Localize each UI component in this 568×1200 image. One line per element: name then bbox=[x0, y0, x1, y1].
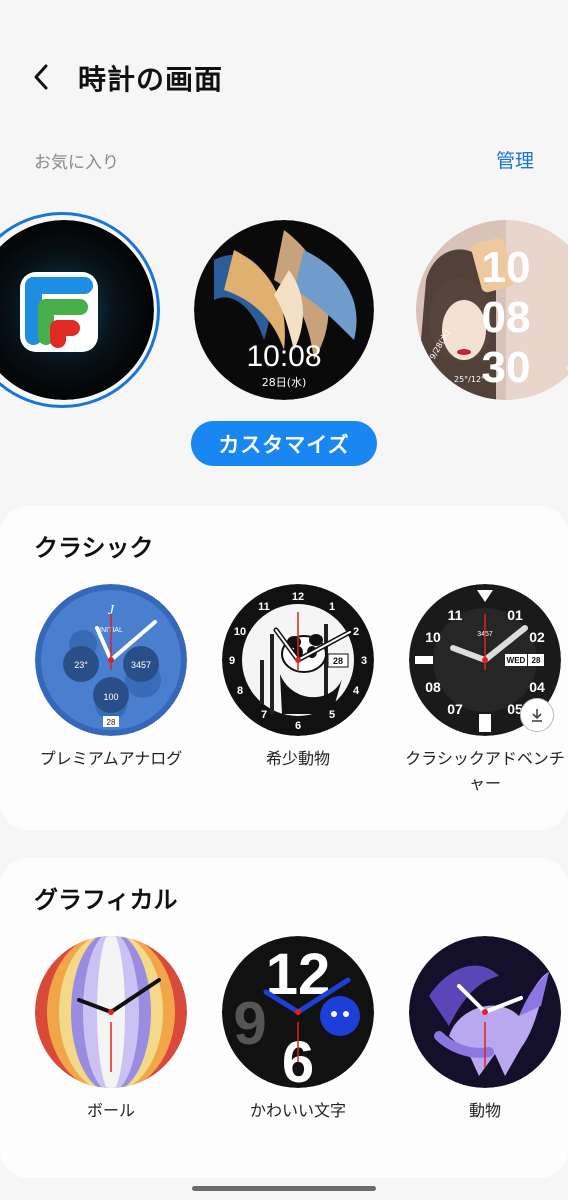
face-preview: J INITIAL 23° 3457 100 28 bbox=[35, 584, 187, 736]
download-button[interactable] bbox=[520, 698, 554, 732]
svg-text:10: 10 bbox=[234, 626, 246, 638]
facer-logo-icon bbox=[20, 272, 98, 352]
home-indicator[interactable] bbox=[192, 1186, 376, 1191]
graphical-title: グラフィカル bbox=[34, 886, 178, 914]
classic-title: クラシック bbox=[34, 534, 154, 562]
premium-date: 28 bbox=[107, 718, 116, 727]
animal-date: 28 bbox=[333, 656, 343, 666]
face-rare-animals[interactable]: 28 12 1 2 3 4 5 6 7 8 9 10 11 希少動物 bbox=[213, 584, 383, 771]
svg-text:9: 9 bbox=[229, 655, 235, 667]
face-label: ボール bbox=[86, 1101, 135, 1120]
fold-time: 10:08 bbox=[246, 340, 321, 373]
photo-seconds: 30 bbox=[482, 343, 531, 392]
svg-text:08: 08 bbox=[425, 679, 441, 695]
face-label: クラシックアドベンチャー bbox=[405, 749, 565, 793]
svg-text:12: 12 bbox=[292, 591, 304, 603]
face-preview bbox=[409, 936, 561, 1088]
cute-left-number: 9 bbox=[233, 990, 266, 1057]
fold-date: 28日(水) bbox=[262, 376, 307, 389]
face-classic-adventure[interactable]: 11 01 02 04 05 07 08 10 3457 WED 28 bbox=[400, 584, 568, 796]
adventure-date: 28 bbox=[532, 656, 541, 665]
back-button[interactable] bbox=[26, 58, 60, 96]
svg-text:04: 04 bbox=[529, 679, 545, 695]
photo-weather: 25°/12° bbox=[454, 375, 485, 384]
svg-text:11: 11 bbox=[258, 601, 270, 613]
face-cute-letters[interactable]: 12 9 6 かわいい文字 bbox=[213, 936, 383, 1123]
page-title: 時計の画面 bbox=[78, 63, 224, 96]
svg-text:1: 1 bbox=[329, 601, 335, 613]
favorites-carousel[interactable]: 10:08 28日(水) 10 08 30 9/28(水) 25°/12° 34… bbox=[0, 210, 568, 410]
premium-battery: 100 bbox=[103, 692, 118, 702]
face-preview: 28 12 1 2 3 4 5 6 7 8 9 10 11 bbox=[222, 584, 374, 736]
svg-text:10: 10 bbox=[425, 629, 441, 645]
face-label: 希少動物 bbox=[265, 749, 330, 768]
classic-section: クラシック J INITIAL 23° 3457 100 28 bbox=[0, 506, 568, 830]
face-preview bbox=[35, 936, 187, 1088]
svg-text:2: 2 bbox=[353, 626, 359, 638]
face-ball[interactable]: ボール bbox=[26, 936, 196, 1123]
customize-button[interactable]: カスタマイズ bbox=[191, 421, 377, 466]
svg-text:02: 02 bbox=[529, 629, 545, 645]
graphical-section: グラフィカル ボール 12 9 6 かわいい文字 動物 bbox=[0, 858, 568, 1178]
svg-text:07: 07 bbox=[447, 701, 463, 717]
favorites-label: お気に入り bbox=[34, 153, 119, 173]
face-label: プレミアムアナログ bbox=[39, 749, 183, 768]
header: 時計の画面 bbox=[0, 40, 568, 112]
adventure-day: WED bbox=[507, 656, 526, 665]
face-premium-analog[interactable]: J INITIAL 23° 3457 100 28 プレミアムアナログ bbox=[26, 584, 196, 771]
svg-text:7: 7 bbox=[261, 709, 267, 721]
face-label: かわいい文字 bbox=[249, 1101, 346, 1120]
premium-steps: 3457 bbox=[131, 660, 151, 670]
favorite-face-photo[interactable]: 10 08 30 9/28(水) 25°/12° 3457 bbox=[416, 220, 568, 400]
photo-hours: 10 bbox=[482, 243, 531, 292]
svg-text:5: 5 bbox=[329, 709, 335, 721]
favorite-face-fold[interactable]: 10:08 28日(水) bbox=[194, 220, 374, 400]
manage-button[interactable]: 管理 bbox=[496, 146, 534, 173]
photo-minutes: 08 bbox=[482, 293, 531, 342]
svg-text:6: 6 bbox=[295, 720, 301, 732]
face-preview: 12 9 6 bbox=[222, 936, 374, 1088]
premium-temp: 23° bbox=[74, 660, 88, 670]
svg-text:11: 11 bbox=[448, 607, 463, 623]
svg-text:4: 4 bbox=[353, 685, 360, 697]
svg-text:3: 3 bbox=[361, 655, 367, 667]
svg-text:01: 01 bbox=[507, 607, 523, 623]
face-label: 動物 bbox=[468, 1101, 501, 1120]
face-animal[interactable]: 動物 bbox=[400, 936, 568, 1123]
svg-text:8: 8 bbox=[237, 685, 243, 697]
download-icon bbox=[532, 709, 542, 722]
chevron-left-icon bbox=[34, 64, 48, 90]
